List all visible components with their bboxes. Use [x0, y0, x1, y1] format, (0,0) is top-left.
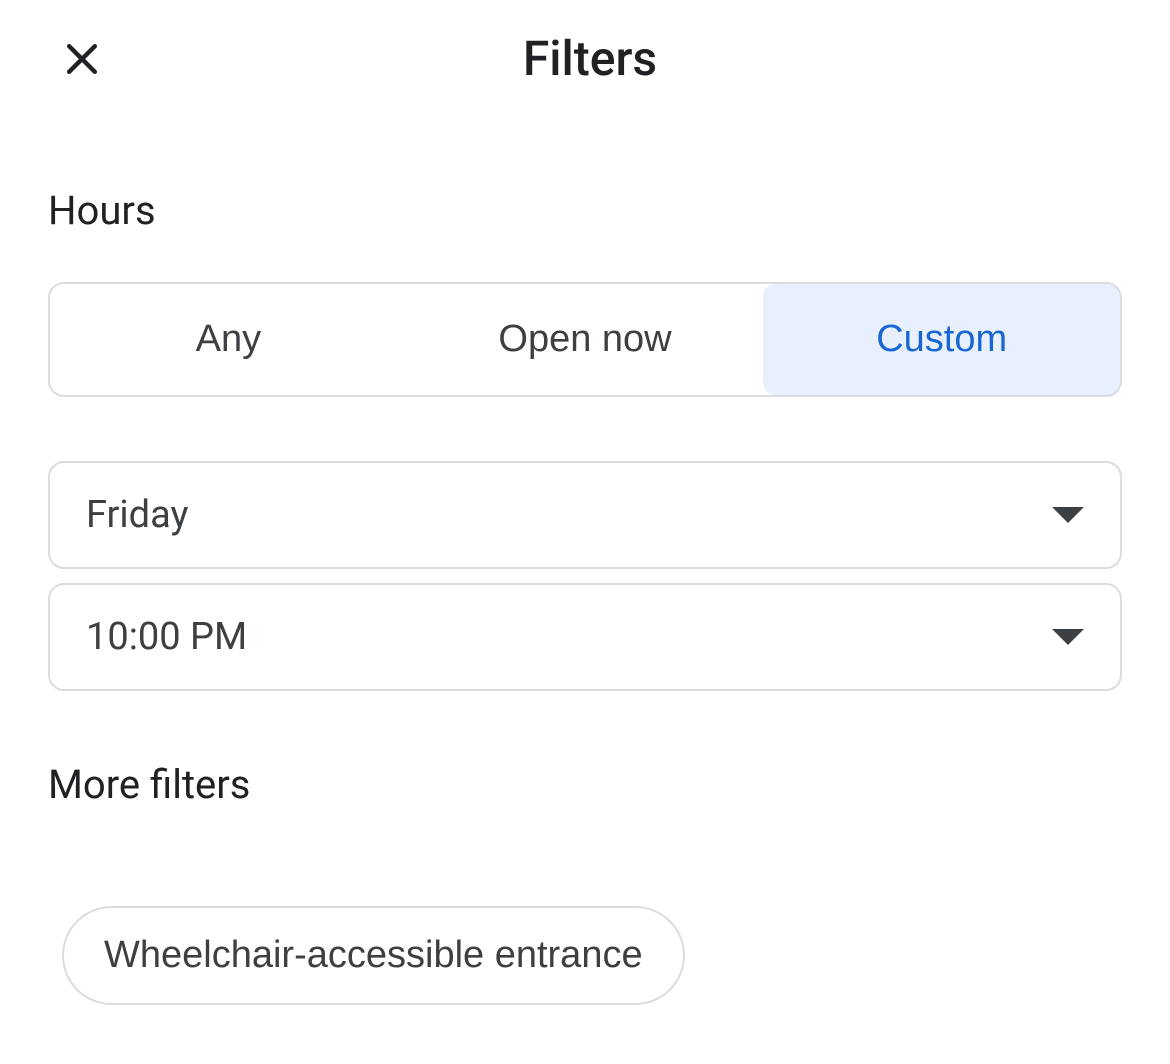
- hours-heading: Hours: [48, 187, 1122, 234]
- segment-custom[interactable]: Custom: [763, 284, 1120, 395]
- more-filters-section: More filters Wheelchair-accessible entra…: [48, 761, 1122, 1005]
- modal-header: Filters: [0, 0, 1170, 107]
- time-dropdown[interactable]: 10:00 PM: [48, 583, 1122, 691]
- segment-any-label: Any: [196, 318, 261, 360]
- segment-any[interactable]: Any: [50, 284, 407, 395]
- hours-segmented-control: Any Open now Custom: [48, 282, 1122, 397]
- chip-wheelchair-label: Wheelchair-accessible entrance: [104, 934, 643, 976]
- more-filters-heading: More filters: [48, 761, 1122, 808]
- chip-wheelchair-accessible[interactable]: Wheelchair-accessible entrance: [62, 906, 685, 1005]
- day-dropdown[interactable]: Friday: [48, 461, 1122, 569]
- caret-down-icon: [1052, 629, 1084, 645]
- caret-down-icon: [1052, 507, 1084, 523]
- close-icon: [60, 37, 104, 84]
- segment-open-now[interactable]: Open now: [407, 284, 764, 395]
- segment-open-now-label: Open now: [498, 318, 671, 360]
- modal-content: Hours Any Open now Custom Friday 10:00 P…: [0, 107, 1170, 1005]
- time-dropdown-label: 10:00 PM: [86, 615, 247, 659]
- segment-custom-label: Custom: [876, 318, 1007, 360]
- day-dropdown-label: Friday: [86, 493, 188, 537]
- close-button[interactable]: [60, 38, 104, 82]
- modal-title: Filters: [60, 30, 1120, 87]
